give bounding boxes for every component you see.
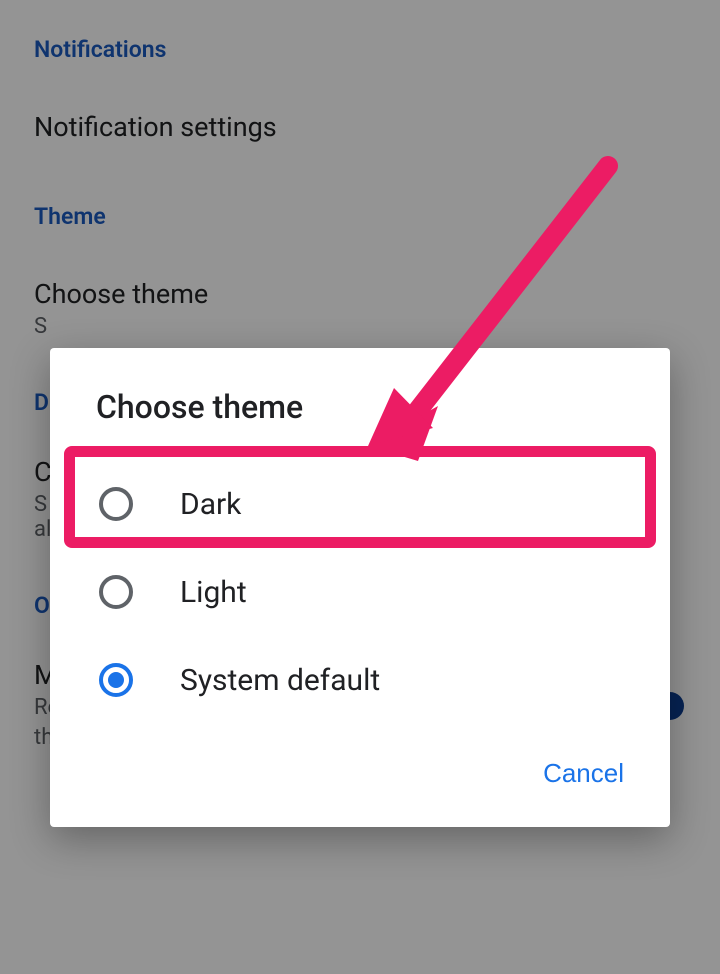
dialog-title: Choose theme [78,388,642,426]
radio-unchecked-icon [96,484,136,524]
theme-option-label: Dark [180,487,241,522]
choose-theme-dialog: Choose theme Dark Light System default C… [50,348,670,827]
radio-unchecked-icon [96,572,136,612]
radio-checked-icon [96,660,136,700]
theme-option-label: Light [180,575,247,610]
theme-option-system-default[interactable]: System default [78,636,642,724]
theme-option-light[interactable]: Light [78,548,642,636]
theme-option-dark[interactable]: Dark [78,460,642,548]
cancel-button[interactable]: Cancel [525,748,642,799]
theme-option-label: System default [180,663,380,698]
